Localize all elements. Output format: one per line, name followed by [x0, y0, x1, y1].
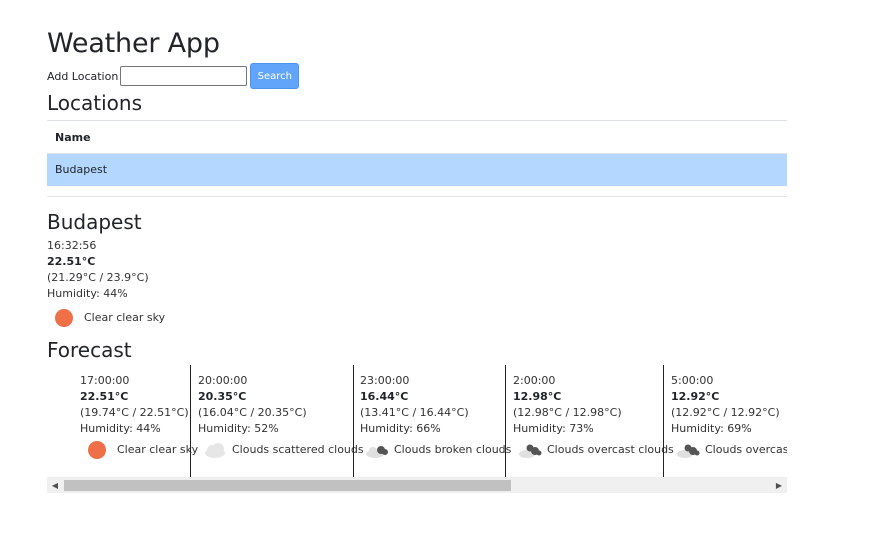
current-city-heading: Budapest — [47, 210, 142, 234]
forecast-condition-text: Clouds overcast clouds — [705, 443, 787, 456]
forecast-time: 5:00:00 — [671, 374, 714, 387]
current-condition: Clear clear sky — [47, 309, 165, 327]
forecast-humidity: Humidity: 52% — [198, 422, 279, 435]
scroll-left-arrow-icon[interactable]: ◀ — [47, 477, 63, 493]
forecast-separator — [663, 365, 664, 477]
app-title: Weather App — [47, 28, 220, 59]
forecast-temperature: 16.44°C — [360, 390, 409, 403]
forecast-humidity: Humidity: 66% — [360, 422, 441, 435]
add-location-label: Add Location — [47, 69, 119, 83]
forecast-item: 20:00:00 20.35°C (16.04°C / 20.35°C) Hum… — [198, 373, 364, 485]
current-condition-text: Clear clear sky — [84, 311, 166, 324]
locations-heading: Locations — [47, 91, 143, 115]
forecast-item: 17:00:00 22.51°C (19.74°C / 22.51°C) Hum… — [80, 373, 198, 485]
broken-clouds-icon — [366, 446, 388, 458]
current-range: (21.29°C / 23.9°C) — [47, 271, 149, 284]
forecast-range: (13.41°C / 16.44°C) — [360, 406, 469, 419]
forecast-time: 2:00:00 — [513, 374, 556, 387]
forecast-condition: Clouds overcast clouds — [513, 441, 674, 459]
forecast-scroll-area[interactable]: 17:00:00 22.51°C (19.74°C / 22.51°C) Hum… — [47, 365, 787, 493]
forecast-separator — [353, 365, 354, 477]
forecast-range: (19.74°C / 22.51°C) — [80, 406, 189, 419]
forecast-humidity: Humidity: 44% — [80, 422, 161, 435]
forecast-condition: Clouds scattered clouds — [198, 441, 364, 459]
forecast-temperature: 12.98°C — [513, 390, 562, 403]
forecast-temperature: 20.35°C — [198, 390, 247, 403]
forecast-separator — [190, 365, 191, 477]
forecast-list: 17:00:00 22.51°C (19.74°C / 22.51°C) Hum… — [47, 365, 787, 477]
forecast-condition-text: Clouds scattered clouds — [232, 443, 364, 456]
forecast-range: (12.92°C / 12.92°C) — [671, 406, 780, 419]
forecast-range: (12.98°C / 12.98°C) — [513, 406, 622, 419]
forecast-condition-text: Clouds broken clouds — [394, 443, 512, 456]
forecast-item: 2:00:00 12.98°C (12.98°C / 12.98°C) Humi… — [513, 373, 674, 485]
add-location-form: Add Location Search — [47, 63, 300, 89]
forecast-temperature: 12.92°C — [671, 390, 720, 403]
forecast-condition: Clouds overcast clouds — [671, 441, 787, 459]
divider — [47, 196, 787, 197]
scattered-clouds-icon — [205, 443, 225, 458]
forecast-humidity: Humidity: 73% — [513, 422, 594, 435]
location-name-cell[interactable]: Budapest — [47, 153, 787, 186]
forecast-time: 23:00:00 — [360, 374, 410, 387]
forecast-humidity: Humidity: 69% — [671, 422, 752, 435]
forecast-condition-text: Clear clear sky — [117, 443, 199, 456]
forecast-range: (16.04°C / 20.35°C) — [198, 406, 307, 419]
current-weather: 16:32:56 22.51°C (21.29°C / 23.9°C) Humi… — [47, 238, 165, 327]
locations-table: Name Budapest — [47, 120, 787, 186]
forecast-item: 23:00:00 16.44°C (13.41°C / 16.44°C) Hum… — [360, 373, 511, 485]
current-time: 16:32:56 — [47, 239, 97, 252]
forecast-separator — [505, 365, 506, 477]
forecast-time: 17:00:00 — [80, 374, 130, 387]
forecast-temperature: 22.51°C — [80, 390, 129, 403]
forecast-condition: Clear clear sky — [80, 441, 198, 459]
table-row[interactable]: Budapest — [47, 153, 787, 186]
forecast-item: 5:00:00 12.92°C (12.92°C / 12.92°C) Humi… — [671, 373, 787, 485]
current-temperature: 22.51°C — [47, 255, 96, 268]
current-humidity: Humidity: 44% — [47, 287, 128, 300]
column-header-name: Name — [47, 120, 787, 154]
scrollbar-thumb[interactable] — [64, 480, 511, 491]
forecast-time: 20:00:00 — [198, 374, 248, 387]
sun-icon — [88, 441, 106, 459]
sun-icon — [55, 309, 73, 327]
horizontal-scrollbar[interactable]: ◀ ▶ — [47, 477, 787, 493]
forecast-heading: Forecast — [47, 338, 132, 362]
forecast-condition-text: Clouds overcast clouds — [547, 443, 674, 456]
overcast-clouds-icon — [519, 444, 542, 458]
location-input[interactable] — [120, 66, 248, 86]
scroll-right-arrow-icon[interactable]: ▶ — [771, 477, 787, 493]
forecast-condition: Clouds broken clouds — [360, 441, 511, 459]
overcast-clouds-icon — [677, 444, 700, 458]
search-button[interactable]: Search — [250, 63, 300, 89]
